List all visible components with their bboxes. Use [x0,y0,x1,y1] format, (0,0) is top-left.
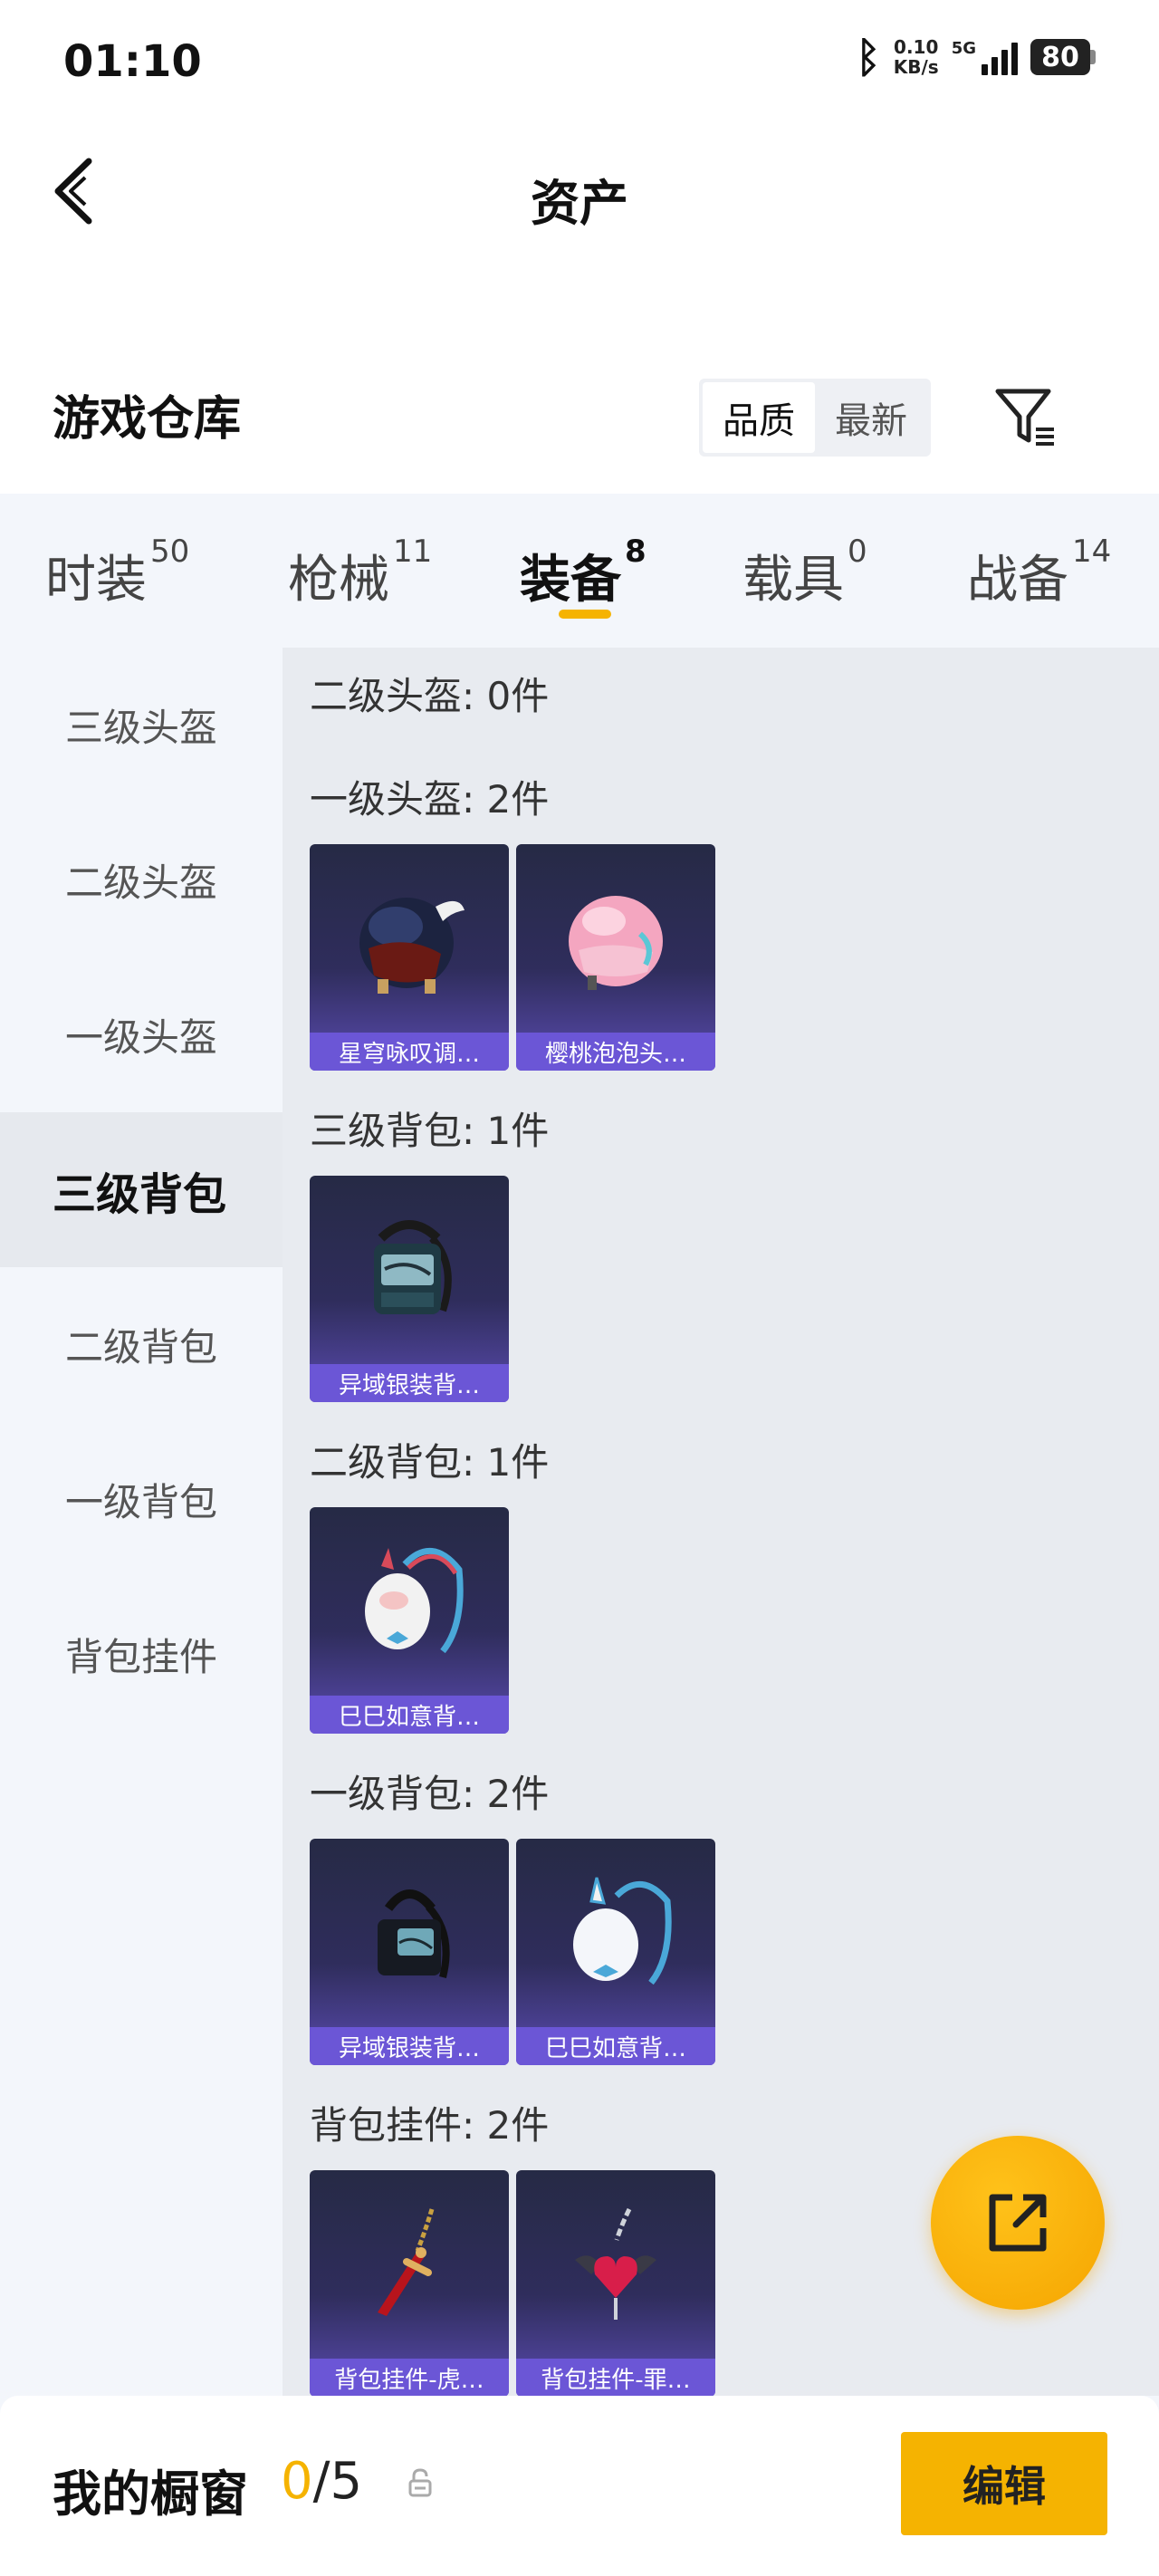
filter-button[interactable] [989,380,1061,453]
active-tab-indicator [559,610,611,619]
sort-option-quality[interactable]: 品质 [703,382,815,453]
group-label: 背包挂件: 2件 [310,2103,550,2148]
helmet-dark-icon [310,844,509,1033]
signal-bar [1011,43,1018,75]
tab-supplies[interactable]: 战备 14 [967,533,1111,612]
tab-count: 8 [625,533,647,570]
network-speed: 0.10 KB/s [894,37,939,77]
tab-label: 战备 [967,551,1068,610]
side-item-level3-backpack[interactable]: 三级背包 [0,1112,283,1267]
side-menu: 三级头盔 二级头盔 一级头盔 三级背包 二级背包 一级背包 背包挂件 [0,648,283,2396]
bluetooth-icon: ᛒ [856,33,881,82]
filter-icon [995,389,1054,446]
sword-charm-icon [310,2170,509,2359]
item-card[interactable]: 异域银装背… [310,1839,509,2065]
item-card[interactable]: 巳巳如意背… [310,1507,509,1734]
chevron-left-icon [54,158,92,225]
signal-bar [1001,50,1008,75]
section-header: 游戏仓库 品质 最新 [0,263,1159,494]
tab-label: 载具 [742,551,844,610]
status-indicators: ᛒ 0.10 KB/s 5G 80 [856,36,1096,78]
battery-icon: 80 [1030,39,1096,75]
signal-icon: 5G [952,39,1018,75]
tab-label: 装备 [520,551,621,610]
group-label: 一级头盔: 2件 [310,777,550,822]
showcase-count: 0/5 [281,2452,362,2511]
helmet-pink-icon [516,844,715,1033]
group-label: 三级背包: 1件 [310,1109,550,1153]
group-label: 二级头盔: 0件 [310,674,550,718]
signal-bar [982,64,988,75]
showcase-total: 5 [330,2452,363,2511]
backpack-icon [310,1176,509,1364]
item-grid: 二级头盔: 0件 一级头盔: 2件 星穹咏叹调… 樱桃泡泡头… 三级背包: 1件… [283,648,1159,2396]
sort-toggle: 品质 最新 [699,379,931,457]
group-label: 二级背包: 1件 [310,1440,550,1485]
showcase-current: 0 [281,2452,313,2511]
item-name: 巳巳如意背… [516,2027,715,2065]
lock-icon [408,2468,432,2497]
item-name: 巳巳如意背… [310,1696,509,1734]
nav-bar: 资产 [0,127,1159,263]
sort-option-newest[interactable]: 最新 [815,382,927,453]
group-label: 一级背包: 2件 [310,1772,550,1816]
status-bar: 01:10 ᛒ 0.10 KB/s 5G 80 [0,0,1159,127]
item-card[interactable]: 巳巳如意背… [516,1839,715,2065]
item-name: 异域银装背… [310,1364,509,1402]
item-card[interactable]: 星穹咏叹调… [310,844,509,1071]
item-name: 异域银装背… [310,2027,509,2065]
section-title: 游戏仓库 [53,392,242,447]
side-item-level1-helmet[interactable]: 一级头盔 [0,957,283,1112]
side-item-level3-helmet[interactable]: 三级头盔 [0,648,283,803]
battery-tip [1090,50,1096,64]
heart-charm-icon [516,2170,715,2359]
bunny-backpack-icon [516,1839,715,2027]
tab-equipment[interactable]: 装备 8 [520,533,647,612]
tab-vehicles[interactable]: 载具 0 [742,533,867,612]
page-title: 资产 [531,175,628,232]
back-button[interactable] [45,150,109,232]
item-card[interactable]: 樱桃泡泡头… [516,844,715,1071]
showcase-separator: / [312,2452,330,2511]
side-item-level2-helmet[interactable]: 二级头盔 [0,803,283,957]
network-speed-unit: KB/s [893,56,939,78]
share-button[interactable] [931,2136,1105,2310]
tab-count: 11 [393,533,433,570]
tab-count: 50 [150,533,190,570]
tab-label: 枪械 [288,551,389,610]
item-card[interactable]: 背包挂件-罪… [516,2170,715,2396]
tab-weapons[interactable]: 枪械 11 [288,533,432,612]
side-item-level2-backpack[interactable]: 二级背包 [0,1267,283,1422]
item-name: 樱桃泡泡头… [516,1033,715,1071]
signal-bar [991,57,998,75]
item-card[interactable]: 异域银装背… [310,1176,509,1402]
share-icon [989,2194,1047,2252]
tab-fashion[interactable]: 时装 50 [45,533,189,612]
showcase-bar: 我的橱窗 0/5 编辑 [0,2396,1159,2576]
battery-level: 80 [1030,39,1090,75]
tab-label: 时装 [45,551,147,610]
edit-button[interactable]: 编辑 [901,2432,1107,2535]
network-type: 5G [951,39,976,58]
side-item-level1-backpack[interactable]: 一级背包 [0,1422,283,1577]
showcase-title: 我的橱窗 [53,2465,248,2523]
status-time: 01:10 [63,36,202,87]
item-name: 星穹咏叹调… [310,1033,509,1071]
item-name: 背包挂件-虎… [310,2359,509,2396]
tab-count: 14 [1072,533,1112,570]
backpack-icon [310,1839,509,2027]
category-tabs: 时装 50 枪械 11 装备 8 载具 0 战备 14 [0,494,1159,648]
item-name: 背包挂件-罪… [516,2359,715,2396]
item-card[interactable]: 背包挂件-虎… [310,2170,509,2396]
tab-count: 0 [848,533,867,570]
network-speed-value: 0.10 [894,36,939,58]
bunny-backpack-icon [310,1507,509,1696]
side-item-backpack-charm[interactable]: 背包挂件 [0,1577,283,1732]
